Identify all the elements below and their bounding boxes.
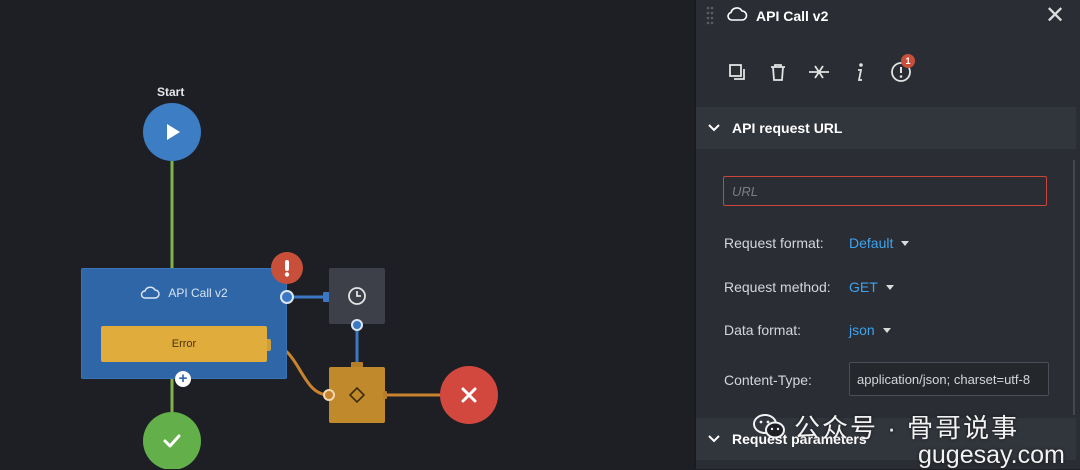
flow-canvas[interactable]: Start API Call v2 Error + xyxy=(0,0,694,469)
request-format-select[interactable]: Default xyxy=(849,235,910,251)
disconnect-button[interactable] xyxy=(805,58,833,86)
chevron-down-icon xyxy=(708,435,720,443)
request-method-value: GET xyxy=(849,279,878,295)
duplicate-button[interactable] xyxy=(723,58,751,86)
error-port-connector[interactable] xyxy=(267,339,271,351)
clock-icon xyxy=(348,287,366,305)
api-output-port[interactable] xyxy=(280,290,294,304)
panel-scrollbar[interactable] xyxy=(1073,160,1075,415)
data-format-select[interactable]: json xyxy=(849,322,891,338)
properties-panel: API Call v2 ✕ 1 API request URL URL Requ… xyxy=(694,0,1080,469)
watermark-text: 公众号 · 骨哥说事 xyxy=(794,413,1020,443)
condition-node[interactable] xyxy=(329,367,385,423)
timer-output-port[interactable] xyxy=(351,319,363,331)
data-format-value: json xyxy=(849,322,875,338)
close-button[interactable]: ✕ xyxy=(1041,2,1069,30)
play-icon xyxy=(167,124,180,140)
section-api-request-url[interactable]: API request URL xyxy=(696,107,1076,149)
watermark-domain: gugesay.com xyxy=(918,441,1065,469)
info-icon xyxy=(857,63,863,81)
diamond-icon xyxy=(348,386,366,404)
end-success-node[interactable] xyxy=(143,412,201,469)
watermark-channel: 公众号 · 骨哥说事 xyxy=(752,408,1019,445)
request-format-label: Request format: xyxy=(724,235,824,251)
start-label: Start xyxy=(157,85,185,99)
end-fail-node[interactable] xyxy=(440,366,498,424)
chevron-down-icon xyxy=(708,124,720,132)
section-title: API request URL xyxy=(732,120,843,136)
x-icon xyxy=(461,387,477,403)
warning-count-badge: 1 xyxy=(901,54,915,68)
error-port[interactable]: Error xyxy=(101,326,267,362)
caret-down-icon xyxy=(901,240,910,246)
disconnect-icon xyxy=(809,65,829,79)
caret-down-icon xyxy=(882,327,891,333)
exclamation-icon xyxy=(284,260,290,277)
api-node-header: API Call v2 xyxy=(81,286,287,300)
drag-handle-icon[interactable] xyxy=(706,6,714,28)
cloud-icon xyxy=(727,7,748,21)
duplicate-icon xyxy=(729,64,745,80)
content-type-input[interactable] xyxy=(849,362,1049,396)
info-button[interactable] xyxy=(846,58,874,86)
timer-node[interactable] xyxy=(329,268,385,324)
panel-toolbar xyxy=(696,50,1080,94)
node-warning-badge[interactable] xyxy=(271,252,303,284)
request-format-value: Default xyxy=(849,235,894,251)
api-call-node[interactable]: API Call v2 Error xyxy=(81,268,287,379)
caret-down-icon xyxy=(885,284,894,290)
request-method-label: Request method: xyxy=(724,279,831,295)
content-type-label: Content-Type: xyxy=(724,372,812,388)
delete-button[interactable] xyxy=(764,58,792,86)
panel-title: API Call v2 xyxy=(756,8,829,24)
start-node[interactable] xyxy=(143,103,201,161)
panel-header: API Call v2 ✕ xyxy=(696,0,1080,34)
checkmark-icon xyxy=(163,434,181,448)
add-port-button[interactable]: + xyxy=(175,371,191,387)
cloud-icon xyxy=(141,286,161,299)
url-input[interactable] xyxy=(723,176,1047,206)
condition-left-port[interactable] xyxy=(323,389,335,401)
wechat-logo-icon xyxy=(753,413,785,438)
request-method-select[interactable]: GET xyxy=(849,279,894,295)
data-format-label: Data format: xyxy=(724,322,802,338)
condition-right-port[interactable] xyxy=(383,391,387,399)
api-node-title: API Call v2 xyxy=(168,286,228,300)
trash-icon xyxy=(771,64,785,81)
